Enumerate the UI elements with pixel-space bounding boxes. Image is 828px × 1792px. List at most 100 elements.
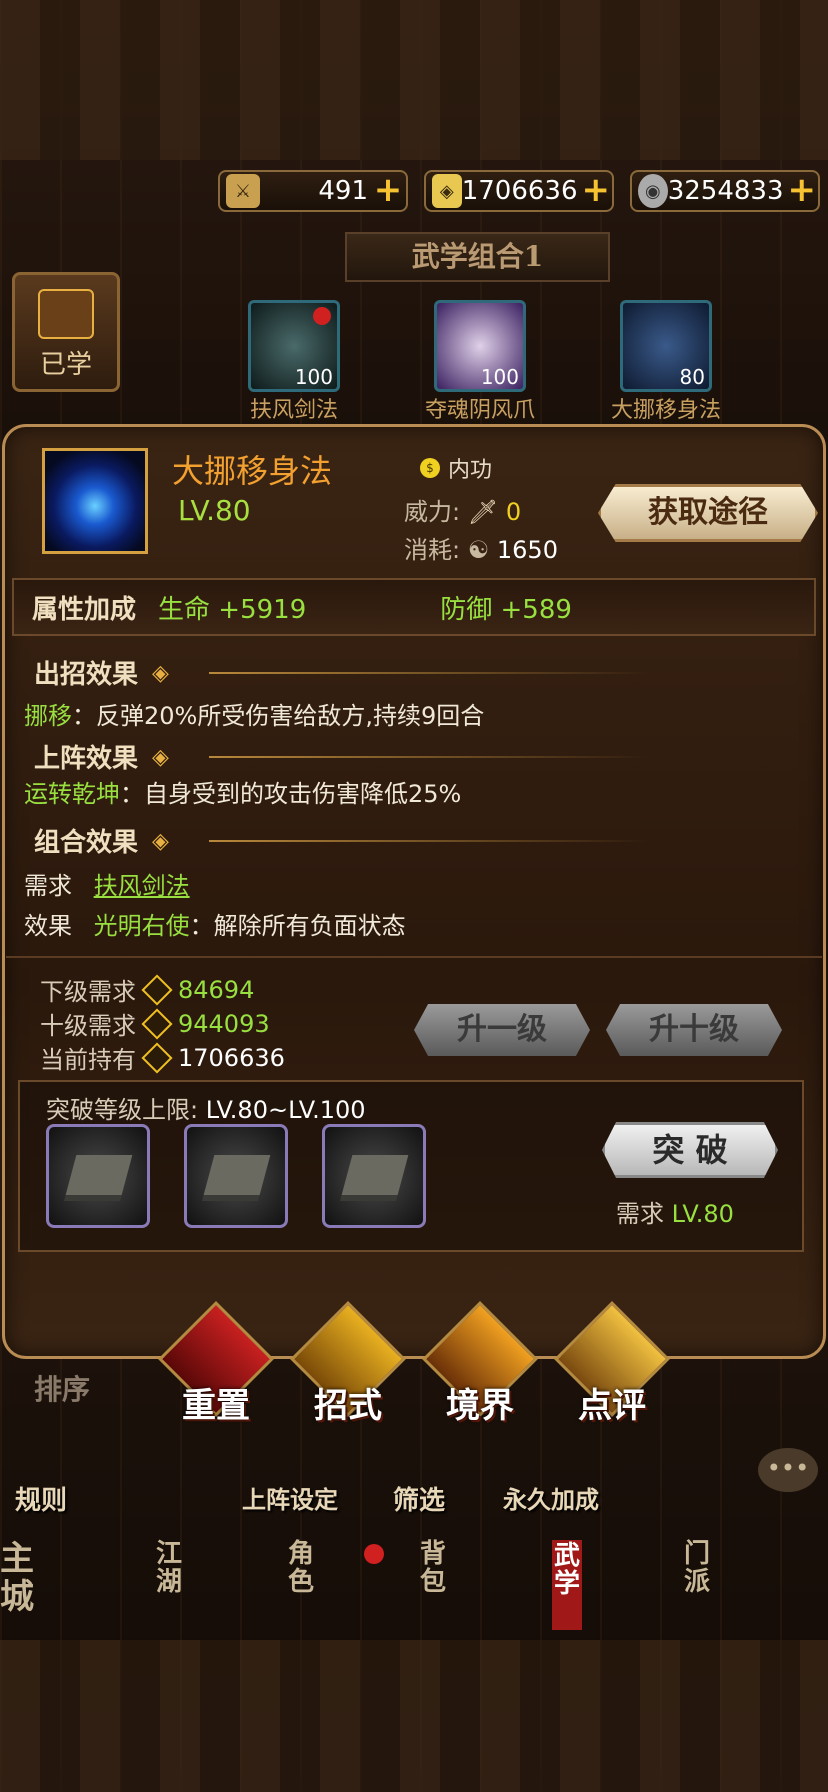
top-decoration [0, 0, 828, 160]
gold-coin-icon [141, 973, 173, 1006]
combo-title[interactable]: 武学组合1 [345, 232, 610, 282]
nav-sect[interactable]: 门派 [684, 1540, 714, 1630]
power-label: 威力: [404, 498, 461, 526]
add-ticket-button[interactable]: + [372, 173, 404, 207]
scroll-icon [203, 1155, 271, 1195]
rules-button[interactable]: 规则 [6, 1480, 76, 1517]
action-label: 重置 [182, 1386, 250, 1426]
nav-bag[interactable]: 背包 [420, 1540, 450, 1630]
attribute-label: 属性加成 [32, 594, 137, 625]
learned-tab[interactable]: 已学 [12, 272, 120, 392]
silver-coin-icon: ◉ [638, 174, 668, 208]
deploy-settings-button[interactable]: 上阵设定 [234, 1480, 346, 1515]
divider [6, 956, 822, 958]
section-title: 出招效果 [34, 660, 139, 690]
filter-button[interactable]: 筛选 [384, 1480, 454, 1517]
attribute-bonus: 属性加成 生命 +5919 防御 +589 [12, 578, 816, 636]
skill-level: 100 [480, 365, 519, 389]
breakthrough-requirement: 需求 LV.80 [616, 1194, 734, 1229]
red-dot-icon [364, 1544, 384, 1564]
combo-effect-title: 组合效果 ◈ [34, 822, 649, 859]
combo-skill-name: 夺魂阴风爪 [424, 398, 535, 423]
need-skill-link[interactable]: 扶风剑法 [94, 872, 190, 900]
combo-skill-name: 大挪移身法 [610, 398, 721, 423]
currency-silver: ◉ 3254833 + [630, 170, 820, 212]
arrow-icon: ◈ [152, 659, 169, 686]
def-bonus: 防御 +589 [440, 594, 572, 625]
red-dot-icon [313, 307, 331, 325]
effect-label: 效果 [24, 912, 72, 940]
deploy-effect-title: 上阵效果 ◈ [34, 738, 649, 775]
neigong-icon: $ [420, 458, 440, 478]
arrow-icon: ◈ [152, 743, 169, 770]
current-holding: 当前持有 1706636 [40, 1040, 285, 1075]
reset-button[interactable]: 重置 [158, 1301, 274, 1428]
add-silver-button[interactable]: + [788, 173, 817, 207]
permanent-bonus-button[interactable]: 永久加成 [496, 1480, 606, 1515]
deploy-effect: 运转乾坤：自身受到的攻击伤害降低25% [24, 774, 461, 809]
gold-coin-icon: ◈ [432, 174, 462, 208]
dagger-icon: 🗡 [467, 498, 499, 526]
gold-coin-icon [141, 1041, 173, 1074]
yinyang-icon: ☯ [467, 536, 490, 564]
review-button[interactable]: 点评 [554, 1301, 670, 1428]
effect-desc: ：自身受到的攻击伤害降低25% [120, 780, 462, 808]
skill-name: 大挪移身法 [172, 452, 333, 490]
combo-skill-slot[interactable]: 100 [248, 300, 340, 392]
nav-martial-arts[interactable]: 武学 [552, 1540, 582, 1630]
combo-skill-slot[interactable]: 100 [434, 300, 526, 392]
scroll-icon [65, 1155, 133, 1195]
limit-value: LV.80~LV.100 [205, 1096, 366, 1124]
bottom-decoration [0, 1640, 828, 1792]
realm-button[interactable]: 境界 [422, 1301, 538, 1428]
nav-main-city[interactable]: 主城 [0, 1540, 40, 1630]
add-gold-button[interactable]: + [582, 173, 611, 207]
req-label: 下级需求 [40, 978, 136, 1006]
skill-type-label: 内功 [448, 458, 493, 483]
req-label: 当前持有 [40, 1046, 136, 1074]
upgrade-ten-button[interactable]: 升十级 [606, 1004, 782, 1056]
breakthrough-material-slot[interactable] [46, 1124, 150, 1228]
cost-label: 消耗: [404, 536, 461, 564]
skill-type: $ 内功 [420, 452, 492, 484]
effect-name: 挪移 [24, 702, 72, 730]
attack-effect-title: 出招效果 ◈ [34, 654, 649, 691]
currency-value: 3254833 [667, 176, 784, 206]
nav-character[interactable]: 角色 [288, 1540, 318, 1630]
section-title: 上阵效果 [34, 744, 139, 774]
ten-level-requirement: 十级需求 944093 [40, 1006, 270, 1041]
currency-value: 1706636 [461, 176, 578, 206]
chat-bubble-icon[interactable]: ••• [758, 1448, 818, 1492]
breakthrough-material-slot[interactable] [184, 1124, 288, 1228]
action-label: 境界 [446, 1386, 514, 1426]
limit-label: 突破等级上限: [46, 1096, 199, 1124]
breakthrough-limit: 突破等级上限: LV.80~LV.100 [46, 1090, 366, 1125]
book-icon [38, 289, 94, 339]
cost-value: 1650 [496, 536, 558, 564]
effect-desc: ：解除所有负面状态 [189, 912, 406, 940]
power-value: 0 [505, 498, 522, 526]
scroll-icon [341, 1155, 409, 1195]
breakthrough-button[interactable]: 突 破 [602, 1122, 778, 1178]
effect-desc: ：反弹20%所受伤害给敌方,持续9回合 [72, 702, 485, 730]
obtain-button[interactable]: 获取途径 [598, 484, 818, 542]
attack-effect: 挪移：反弹20%所受伤害给敌方,持续9回合 [24, 696, 484, 731]
skill-level: 80 [679, 365, 705, 389]
section-title: 组合效果 [34, 828, 139, 858]
combo-skill-slot[interactable]: 80 [620, 300, 712, 392]
arrow-icon: ◈ [152, 827, 169, 854]
skill-cost: 消耗: ☯ 1650 [404, 530, 558, 565]
skill-icon [42, 448, 148, 554]
sort-button[interactable]: 排序 [34, 1368, 90, 1408]
combo-skill-name: 扶风剑法 [249, 398, 338, 423]
nav-jianghu[interactable]: 江湖 [156, 1540, 186, 1630]
skill-power: 威力: 🗡 0 [404, 492, 521, 527]
effect-name: 光明右使 [93, 912, 190, 940]
effect-name: 运转乾坤 [24, 780, 120, 808]
action-label: 点评 [578, 1386, 646, 1426]
moves-button[interactable]: 招式 [290, 1301, 406, 1428]
req-label: 十级需求 [40, 1012, 136, 1040]
action-label: 招式 [314, 1386, 382, 1426]
upgrade-one-button[interactable]: 升一级 [414, 1004, 590, 1056]
breakthrough-material-slot[interactable] [322, 1124, 426, 1228]
